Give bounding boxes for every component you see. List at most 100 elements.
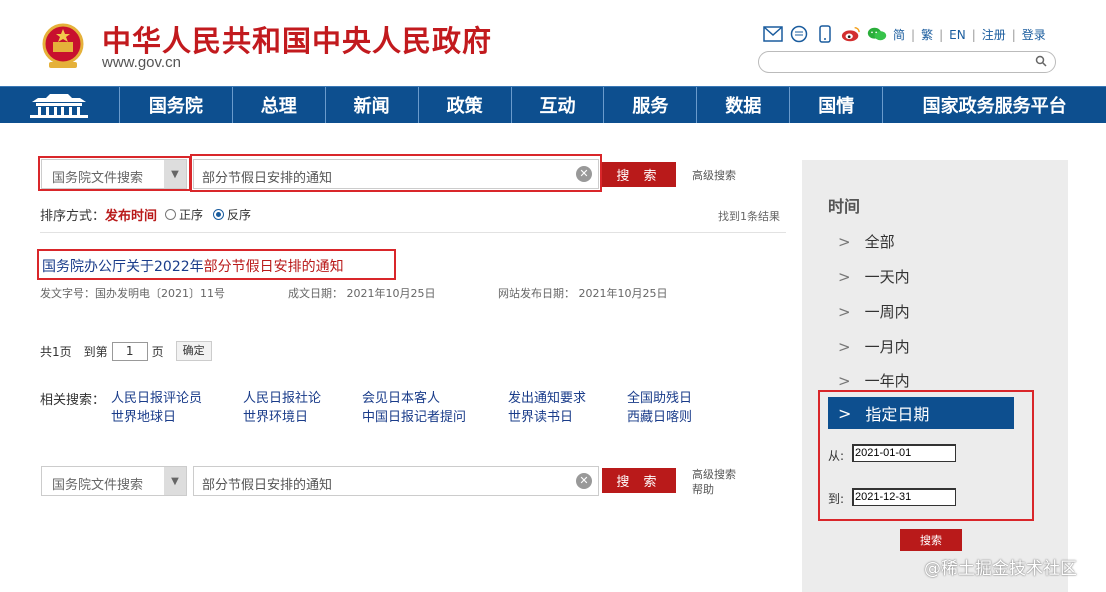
- main-nav: 国务院 总理 新闻 政策 互动 服务 数据 国情 国家政务服务平台: [0, 86, 1106, 123]
- related-link[interactable]: 发出通知要求: [508, 389, 586, 408]
- related-link[interactable]: 全国助残日: [627, 389, 692, 408]
- related-link[interactable]: 会见日本客人: [362, 389, 466, 408]
- bottom-advanced-search-link[interactable]: 高级搜索: [692, 467, 736, 482]
- chevron-right-icon: >: [838, 372, 851, 390]
- lang-traditional-link[interactable]: 繁: [921, 26, 933, 43]
- home-building-icon[interactable]: [0, 87, 120, 123]
- from-date-input[interactable]: 2021-01-01: [852, 444, 956, 462]
- custom-date-tab[interactable]: > 指定日期: [828, 397, 1014, 429]
- message-icon[interactable]: [789, 25, 809, 43]
- clear-icon[interactable]: ✕: [576, 166, 592, 182]
- mail-icon[interactable]: [763, 25, 783, 43]
- time-filter-label: 一年内: [864, 372, 910, 390]
- national-emblem-icon: [40, 22, 86, 72]
- sort-desc-label[interactable]: 反序: [227, 206, 251, 223]
- time-filter-week[interactable]: > 一周内: [838, 301, 910, 322]
- related-link[interactable]: 西藏日喀则: [627, 408, 692, 427]
- mobile-icon[interactable]: [815, 25, 835, 43]
- chevron-right-icon: >: [838, 303, 851, 321]
- lang-simplified-link[interactable]: 简: [893, 26, 905, 43]
- related-link[interactable]: 世界环境日: [243, 408, 321, 427]
- result-doc-number: 发文字号：国办发明电〔2021〕11号: [40, 287, 225, 300]
- bottom-search-input[interactable]: 部分节假日安排的通知 ✕: [193, 466, 599, 496]
- nav-item-premier[interactable]: 总理: [233, 87, 326, 123]
- help-link[interactable]: 帮助: [692, 482, 736, 497]
- result-count: 找到1条结果: [718, 210, 780, 223]
- site-url[interactable]: www.gov.cn: [102, 54, 181, 71]
- lang-english-link[interactable]: EN: [949, 28, 966, 42]
- date-search-button[interactable]: 搜索: [900, 529, 962, 551]
- nav-item-policy[interactable]: 政策: [419, 87, 512, 123]
- time-filter-year[interactable]: > 一年内: [838, 370, 910, 391]
- result-title-highlight: 部分节假日安排的通知: [203, 259, 344, 275]
- top-search-input[interactable]: [758, 51, 1056, 73]
- pagination: 共1页 到第 1 页 确定: [40, 341, 212, 361]
- result-published-date: 网站发布日期： 2021年10月25日: [498, 287, 668, 300]
- separator: |: [1011, 27, 1016, 42]
- page-unit: 页: [151, 344, 164, 359]
- time-filter-month[interactable]: > 一月内: [838, 336, 910, 357]
- search-button[interactable]: 搜 索: [602, 162, 676, 187]
- nav-item-data[interactable]: 数据: [697, 87, 791, 123]
- bottom-search-links: 高级搜索 帮助: [692, 467, 736, 497]
- weibo-icon[interactable]: [841, 25, 861, 43]
- page-input[interactable]: 1: [111, 341, 148, 361]
- search-query-text: 部分节假日安排的通知: [202, 171, 333, 186]
- result-title-link[interactable]: 国务院办公厅关于2022年部分节假日安排的通知: [42, 256, 344, 276]
- chevron-down-icon[interactable]: ▼: [164, 160, 186, 188]
- nav-item-services[interactable]: 服务: [604, 87, 698, 123]
- time-filter-sidebar: 时间 > 全部 > 一天内 > 一周内 > 一月内 > 一年内 > 指定日期 从: 202…: [802, 160, 1068, 592]
- chevron-right-icon: >: [838, 338, 851, 356]
- to-date-input[interactable]: 2021-12-31: [852, 488, 956, 506]
- from-label: 从:: [828, 449, 845, 463]
- related-link[interactable]: 人民日报社论: [243, 389, 321, 408]
- nav-item-national-info[interactable]: 国情: [790, 87, 884, 123]
- nav-item-interaction[interactable]: 互动: [512, 87, 605, 123]
- time-filter-day[interactable]: > 一天内: [838, 266, 910, 287]
- login-link[interactable]: 登录: [1022, 26, 1046, 43]
- chevron-right-icon: >: [838, 268, 851, 286]
- sort-bar: 排序方式： 发布时间 正序 反序: [40, 205, 251, 224]
- goto-label: 到第: [83, 344, 108, 359]
- separator: |: [911, 27, 916, 42]
- register-link[interactable]: 注册: [982, 26, 1006, 43]
- top-icon-bar: [763, 24, 887, 44]
- related-link[interactable]: 世界读书日: [508, 408, 586, 427]
- bottom-search-button[interactable]: 搜 索: [602, 468, 676, 493]
- clear-icon[interactable]: ✕: [576, 473, 592, 489]
- nav-item-news[interactable]: 新闻: [326, 87, 419, 123]
- chevron-right-icon: >: [838, 233, 851, 251]
- sort-asc-label[interactable]: 正序: [179, 206, 203, 223]
- to-label: 到:: [828, 492, 845, 506]
- search-category-value: 国务院文件搜索: [52, 171, 144, 186]
- search-icon[interactable]: [1035, 55, 1047, 70]
- time-filter-label: 一月内: [864, 338, 910, 356]
- related-column-3: 会见日本客人 中国日报记者提问: [362, 389, 466, 427]
- advanced-search-link[interactable]: 高级搜索: [692, 167, 736, 183]
- nav-item-state-council[interactable]: 国务院: [120, 87, 233, 123]
- related-label: 相关搜索：: [40, 393, 106, 408]
- bottom-search-category-select[interactable]: 国务院文件搜索 ▼: [41, 466, 187, 496]
- time-filter-label: 一天内: [864, 268, 910, 286]
- search-input[interactable]: 部分节假日安排的通知 ✕: [193, 159, 599, 189]
- bottom-search-category-value: 国务院文件搜索: [52, 478, 144, 493]
- separator: |: [971, 27, 976, 42]
- related-column-2: 人民日报社论 世界环境日: [243, 389, 321, 427]
- search-category-select[interactable]: 国务院文件搜索 ▼: [41, 159, 187, 189]
- sort-asc-radio[interactable]: [165, 209, 177, 220]
- confirm-button[interactable]: 确定: [175, 341, 212, 361]
- nav-item-gov-service-platform[interactable]: 国家政务服务平台: [883, 87, 1106, 123]
- sort-desc-radio[interactable]: [213, 209, 225, 220]
- page-total: 共1页: [40, 344, 72, 359]
- related-link[interactable]: 人民日报评论员: [111, 389, 202, 408]
- related-column-1: 人民日报评论员 世界地球日: [111, 389, 202, 427]
- result-title-prefix: 国务院办公厅关于2022年: [42, 259, 204, 275]
- related-link[interactable]: 世界地球日: [111, 408, 202, 427]
- wechat-icon[interactable]: [867, 25, 887, 43]
- time-filter-all[interactable]: > 全部: [838, 231, 895, 252]
- time-filter-label: 一周内: [864, 303, 910, 321]
- watermark: @稀土掘金技术社区: [924, 559, 1077, 579]
- chevron-down-icon[interactable]: ▼: [164, 467, 186, 495]
- related-link[interactable]: 中国日报记者提问: [362, 408, 466, 427]
- sort-current[interactable]: 发布时间: [105, 205, 157, 224]
